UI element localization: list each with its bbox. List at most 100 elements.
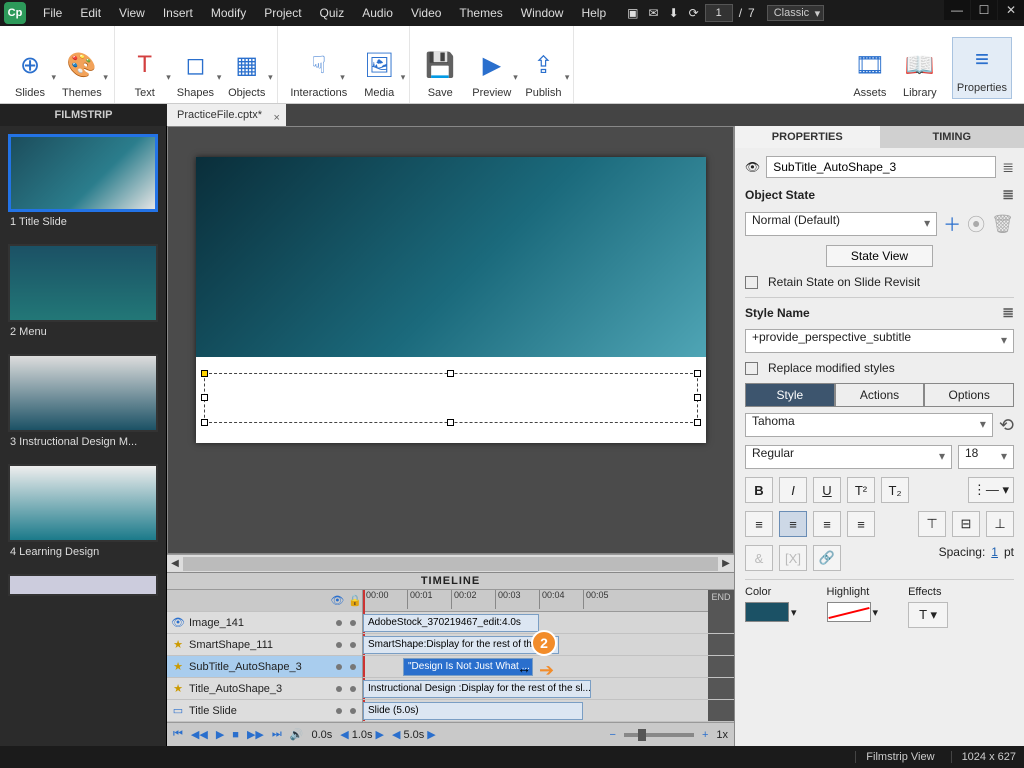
align-left-button[interactable]: ≡ <box>745 511 773 537</box>
tl-dur-right-icon[interactable]: ▶ <box>427 728 435 741</box>
menu-project[interactable]: Project <box>255 6 310 20</box>
properties-tab[interactable]: PROPERTIES <box>735 126 880 148</box>
timeline-layer-slide[interactable]: ▭Title Slide <box>167 700 362 722</box>
superscript-button[interactable]: T² <box>847 477 875 503</box>
clip-smartshape[interactable]: SmartShape:Display for the rest of the s… <box>363 636 559 654</box>
tl-audio-icon[interactable]: 🔊 <box>290 728 304 741</box>
add-state-icon[interactable]: ＋ <box>943 211 961 237</box>
slide-thumb-2[interactable]: 2 Menu <box>8 244 158 346</box>
underline-button[interactable]: U <box>813 477 841 503</box>
cloud-fonts-icon[interactable]: ⟲ <box>999 415 1014 436</box>
window-minimize[interactable]: — <box>944 0 970 20</box>
slide-thumb-5[interactable] <box>8 574 158 596</box>
spacing-value[interactable]: 1 <box>991 545 998 571</box>
tl-next-icon[interactable]: ▶▶ <box>247 728 264 741</box>
style-subtab[interactable]: Style <box>745 383 835 407</box>
retain-state-checkbox[interactable] <box>745 276 758 289</box>
highlight-swatch[interactable] <box>827 602 871 622</box>
text-color-swatch[interactable] <box>745 602 789 622</box>
slide-thumb-4[interactable]: 4 Learning Design <box>8 464 158 566</box>
timeline-layer-smartshape[interactable]: ★SmartShape_111 <box>167 634 362 656</box>
menu-file[interactable]: File <box>34 6 71 20</box>
interactions-button[interactable]: ☟Interactions <box>290 47 347 99</box>
timing-tab[interactable]: TIMING <box>880 126 1024 148</box>
clip-title[interactable]: Instructional Design :Display for the re… <box>363 680 591 698</box>
valign-mid-button[interactable]: ⊟ <box>952 511 980 537</box>
valign-top-button[interactable]: ⊤ <box>918 511 946 537</box>
window-maximize[interactable]: ☐ <box>971 0 997 20</box>
state-select[interactable]: Normal (Default) <box>745 212 937 236</box>
style-name-select[interactable]: +provide_perspective_subtitle <box>745 329 1014 353</box>
library-button[interactable]: 📖Library <box>902 47 938 99</box>
sync-icon[interactable]: ⟳ <box>689 6 699 20</box>
options-subtab[interactable]: Options <box>924 383 1014 407</box>
ampersand-button[interactable]: & <box>745 545 773 571</box>
clip-image[interactable]: AdobeStock_370219467_edit:4.0s <box>363 614 539 632</box>
media-button[interactable]: 🖼Media <box>361 47 397 99</box>
slides-button[interactable]: ⊕Slides <box>12 47 48 99</box>
download-icon[interactable]: ⬇ <box>669 6 679 20</box>
panel-menu-icon[interactable]: ≣ <box>1002 159 1014 176</box>
slide-thumb-3[interactable]: 3 Instructional Design M... <box>8 354 158 456</box>
timeline-layer-title[interactable]: ★Title_AutoShape_3 <box>167 678 362 700</box>
tl-elapsed-left-icon[interactable]: ◀ <box>340 728 348 741</box>
menu-video[interactable]: Video <box>402 6 450 20</box>
align-right-button[interactable]: ≡ <box>813 511 841 537</box>
state-view-button[interactable]: State View <box>826 245 933 267</box>
shapes-button[interactable]: ◻Shapes <box>177 47 214 99</box>
delete-state-icon[interactable]: 🗑 <box>991 214 1014 235</box>
font-weight-select[interactable]: Regular <box>745 445 952 469</box>
timeline-layer-subtitle[interactable]: ★SubTitle_AutoShape_3 <box>167 656 362 678</box>
timeline-track[interactable]: 00:0000:0100:0200:0300:0400:05 END Adobe… <box>363 590 734 722</box>
font-size-select[interactable]: 18 <box>958 445 1014 469</box>
menu-window[interactable]: Window <box>512 6 573 20</box>
menu-quiz[interactable]: Quiz <box>311 6 354 20</box>
properties-button[interactable]: ≡Properties <box>952 37 1012 99</box>
visibility-col-icon[interactable]: 👁 <box>330 594 344 607</box>
tl-elapsed-right-icon[interactable]: ▶ <box>376 728 384 741</box>
file-tab[interactable]: PracticeFile.cptx* × <box>167 104 286 126</box>
menu-help[interactable]: Help <box>572 6 615 20</box>
window-close[interactable]: ✕ <box>998 0 1024 20</box>
globe-icon[interactable]: ⦿ <box>967 211 985 237</box>
tl-last-icon[interactable]: ⏭ <box>272 728 282 741</box>
menu-edit[interactable]: Edit <box>71 6 110 20</box>
scroll-right-icon[interactable]: ▶ <box>718 558 734 569</box>
tl-first-icon[interactable]: ⏮ <box>173 728 183 741</box>
highlight-drop-icon[interactable]: ▾ <box>873 606 879 619</box>
scroll-left-icon[interactable]: ◀ <box>167 558 183 569</box>
themes-button[interactable]: 🎨Themes <box>62 47 102 99</box>
objects-button[interactable]: ▦Objects <box>228 47 265 99</box>
menu-themes[interactable]: Themes <box>450 6 511 20</box>
bold-button[interactable]: B <box>745 477 773 503</box>
subscript-button[interactable]: T₂ <box>881 477 909 503</box>
replace-styles-checkbox[interactable] <box>745 362 758 375</box>
color-drop-icon[interactable]: ▾ <box>791 606 797 619</box>
overlay-icon[interactable]: ▣ <box>627 6 638 20</box>
menu-audio[interactable]: Audio <box>353 6 402 20</box>
selected-subtitle-shape[interactable] <box>204 373 698 423</box>
assets-button[interactable]: 🎞Assets <box>852 47 888 99</box>
text-effects-select[interactable]: T ▾ <box>908 602 948 628</box>
tl-dur-left-icon[interactable]: ◀ <box>392 728 400 741</box>
tl-zoom-in-icon[interactable]: + <box>702 729 708 741</box>
tl-stop-icon[interactable]: ■ <box>232 729 239 741</box>
font-select[interactable]: Tahoma <box>745 413 993 437</box>
publish-button[interactable]: ⇪Publish <box>525 47 561 99</box>
link-button[interactable]: 🔗 <box>813 545 841 571</box>
align-justify-button[interactable]: ≡ <box>847 511 875 537</box>
clip-slide[interactable]: Slide (5.0s) <box>363 702 583 720</box>
valign-bottom-button[interactable]: ⊥ <box>986 511 1014 537</box>
visibility-toggle-icon[interactable]: 👁 <box>745 160 760 174</box>
list-style-select[interactable]: ⋮— ▾ <box>968 477 1014 503</box>
align-center-button[interactable]: ≡ <box>779 511 807 537</box>
preview-button[interactable]: ▶Preview <box>472 47 511 99</box>
filmstrip-panel[interactable]: 1 Title Slide 2 Menu 3 Instructional Des… <box>0 126 167 746</box>
slide-canvas[interactable]: ⟳ <box>196 157 706 443</box>
mail-icon[interactable]: ✉ <box>649 6 659 20</box>
text-button[interactable]: TText <box>127 47 163 99</box>
actions-subtab[interactable]: Actions <box>835 383 925 407</box>
clip-subtitle[interactable]: "Design Is Not Just What ... <box>403 658 533 676</box>
menu-view[interactable]: View <box>110 6 154 20</box>
tl-zoom-slider[interactable] <box>624 733 694 737</box>
